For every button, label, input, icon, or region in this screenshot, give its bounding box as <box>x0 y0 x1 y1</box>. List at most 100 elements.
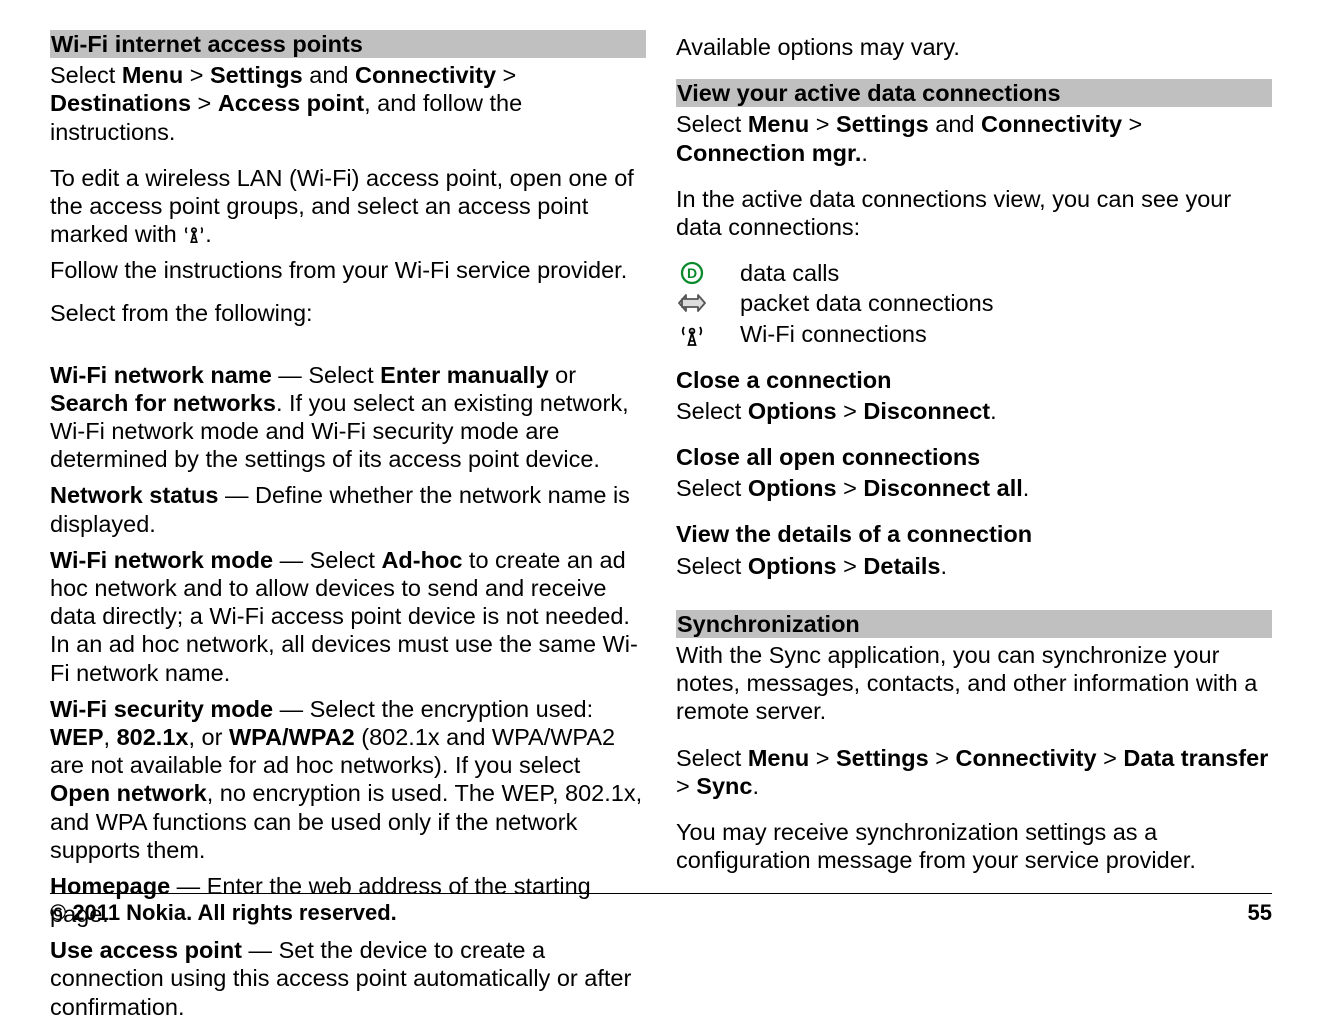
select-following-text: Select from the following: <box>50 299 646 327</box>
settings-label: Settings <box>836 111 929 137</box>
use-access-point-label: Use access point <box>50 937 242 963</box>
section-heading-wifi-ap: Wi-Fi internet access points <box>50 30 646 58</box>
wpa-label: WPA/WPA2 <box>229 724 355 750</box>
network-status-label: Network status <box>50 482 218 508</box>
text: > <box>837 475 864 501</box>
open-network-label: Open network <box>50 780 207 806</box>
text: Select <box>50 62 122 88</box>
settings-label: Settings <box>210 62 303 88</box>
text: > <box>809 745 836 771</box>
options-vary-text: Available options may vary. <box>676 33 1272 61</box>
text: — Select the encryption used: <box>273 696 593 722</box>
text: Select <box>676 111 748 137</box>
close-connection-path: Select Options > Disconnect. <box>676 397 1272 425</box>
wifi-antenna-icon <box>676 322 708 346</box>
close-connection-heading: Close a connection <box>676 367 891 393</box>
sync-description: With the Sync application, you can synch… <box>676 641 1272 726</box>
text: . <box>1023 475 1030 501</box>
sync-nav-path: Select Menu > Settings > Connectivity > … <box>676 744 1272 800</box>
left-column: Wi-Fi internet access points Select Menu… <box>50 30 646 870</box>
wifi-network-name-label: Wi-Fi network name <box>50 362 272 388</box>
data-call-icon: D <box>676 260 708 286</box>
text: > <box>837 398 864 424</box>
text: . <box>752 773 759 799</box>
svg-text:D: D <box>687 265 697 281</box>
text: > <box>837 553 864 579</box>
close-connection-block: Close a connection Select Options > Disc… <box>676 366 1272 425</box>
packet-data-icon <box>676 291 708 315</box>
options-label: Options <box>748 553 837 579</box>
enter-manually-label: Enter manually <box>380 362 548 388</box>
wifi-provider-instructions: Follow the instructions from your Wi-Fi … <box>50 256 646 284</box>
wifi-ap-nav-path: Select Menu > Settings and Connectivity … <box>50 61 646 146</box>
menu-label: Menu <box>748 745 809 771</box>
text: > <box>496 62 516 88</box>
text: or <box>549 362 576 388</box>
text: Select <box>676 475 748 501</box>
text: — Select <box>273 547 381 573</box>
text: To edit a wireless LAN (Wi-Fi) access po… <box>50 165 634 247</box>
sync-label: Sync <box>696 773 752 799</box>
text: > <box>1097 745 1124 771</box>
text: and <box>929 111 981 137</box>
conn-mgr-nav-path: Select Menu > Settings and Connectivity … <box>676 110 1272 166</box>
close-all-connections-path: Select Options > Disconnect all. <box>676 474 1272 502</box>
options-label: Options <box>748 398 837 424</box>
copyright-text: © 2011 Nokia. All rights reserved. <box>50 900 397 926</box>
def-wifi-network-mode: Wi-Fi network mode — Select Ad-hoc to cr… <box>50 546 646 687</box>
8021x-label: 802.1x <box>117 724 189 750</box>
close-all-connections-block: Close all open connections Select Option… <box>676 443 1272 502</box>
connectivity-label: Connectivity <box>956 745 1097 771</box>
icon-row-data-calls: D data calls <box>676 259 1272 287</box>
settings-label: Settings <box>836 745 929 771</box>
page: Wi-Fi internet access points Select Menu… <box>0 0 1322 954</box>
columns: Wi-Fi internet access points Select Menu… <box>50 30 1272 870</box>
text: — Select <box>272 362 380 388</box>
text: and <box>303 62 355 88</box>
data-calls-label: data calls <box>740 259 839 287</box>
icon-row-wifi: Wi-Fi connections <box>676 320 1272 348</box>
text: . <box>990 398 997 424</box>
menu-label: Menu <box>748 111 809 137</box>
text: , or <box>188 724 228 750</box>
text: > <box>676 773 696 799</box>
details-label: Details <box>863 553 940 579</box>
text: > <box>809 111 836 137</box>
page-footer: © 2011 Nokia. All rights reserved. 55 <box>50 893 1272 926</box>
text: > <box>183 62 210 88</box>
adhoc-label: Ad-hoc <box>381 547 462 573</box>
destinations-label: Destinations <box>50 90 191 116</box>
connectivity-label: Connectivity <box>981 111 1122 137</box>
sync-config-message-text: You may receive synchronization settings… <box>676 818 1272 874</box>
text: > <box>191 90 218 116</box>
text: > <box>929 745 956 771</box>
text: Select <box>676 553 748 579</box>
wifi-antenna-icon <box>183 222 205 250</box>
def-wifi-security-mode: Wi-Fi security mode — Select the encrypt… <box>50 695 646 864</box>
packet-data-label: packet data connections <box>740 289 993 317</box>
def-network-status: Network status — Define whether the netw… <box>50 481 646 537</box>
text: . <box>205 221 212 247</box>
connectivity-label: Connectivity <box>355 62 496 88</box>
text: Select <box>676 398 748 424</box>
right-column: Available options may vary. View your ac… <box>676 30 1272 870</box>
data-transfer-label: Data transfer <box>1123 745 1268 771</box>
def-wifi-network-name: Wi-Fi network name — Select Enter manual… <box>50 361 646 474</box>
disconnect-label: Disconnect <box>863 398 990 424</box>
menu-label: Menu <box>122 62 183 88</box>
close-all-connections-heading: Close all open connections <box>676 444 980 470</box>
wifi-connections-label: Wi-Fi connections <box>740 320 927 348</box>
wifi-edit-instructions: To edit a wireless LAN (Wi-Fi) access po… <box>50 164 646 251</box>
wifi-network-mode-label: Wi-Fi network mode <box>50 547 273 573</box>
wifi-security-mode-label: Wi-Fi security mode <box>50 696 273 722</box>
text: Select <box>676 745 748 771</box>
access-point-label: Access point <box>218 90 364 116</box>
section-heading-sync: Synchronization <box>676 610 1272 638</box>
wep-label: WEP <box>50 724 104 750</box>
icon-row-packet-data: packet data connections <box>676 289 1272 317</box>
view-details-block: View the details of a connection Select … <box>676 520 1272 579</box>
view-details-heading: View the details of a connection <box>676 521 1032 547</box>
text: > <box>1122 111 1142 137</box>
active-connections-text: In the active data connections view, you… <box>676 185 1272 241</box>
search-networks-label: Search for networks <box>50 390 276 416</box>
